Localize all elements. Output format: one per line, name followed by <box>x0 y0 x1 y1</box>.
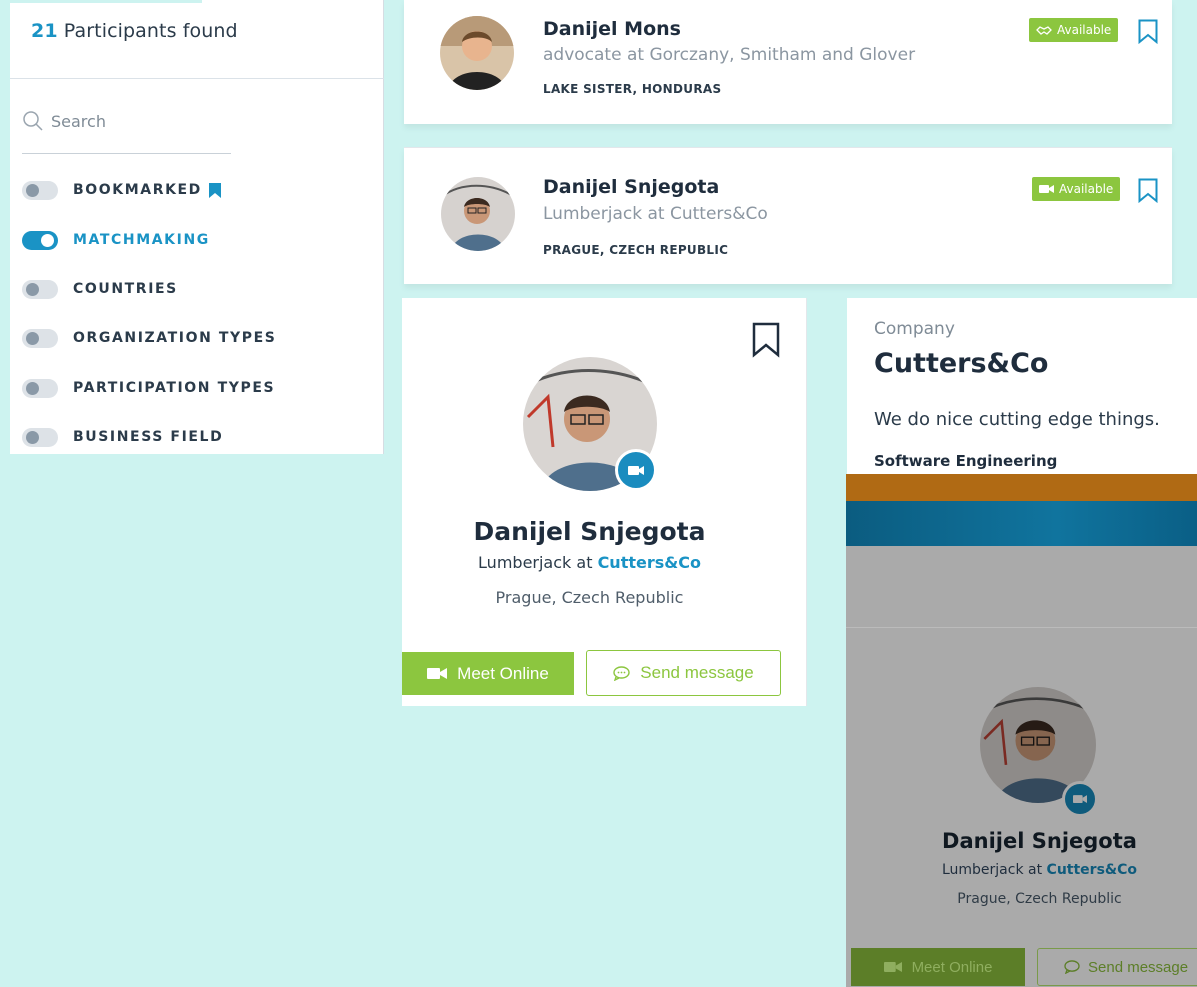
company-description: We do nice cutting edge things. <box>874 409 1160 430</box>
preview-divider <box>846 627 1197 628</box>
participant-role: Lumberjack at Cutters&Co <box>543 204 768 224</box>
company-panel: Company Cutters&Co We do nice cutting ed… <box>847 298 1197 476</box>
meet-online-button[interactable]: Meet Online <box>851 948 1025 986</box>
video-camera-icon <box>427 668 448 679</box>
availability-badge: Available <box>1029 18 1119 42</box>
avatar-photo-icon <box>441 177 515 251</box>
toggle-knob <box>26 282 39 296</box>
participant-role: advocate at Gorczany, Smitham and Glover <box>543 45 916 65</box>
send-message-label: Send message <box>1088 958 1189 976</box>
toggle-switch[interactable] <box>22 328 58 348</box>
preview-location: Prague, Czech Republic <box>957 891 1122 907</box>
availability-badge-label: Available <box>1057 23 1112 37</box>
participant-card[interactable]: Danijel Mons advocate at Gorczany, Smith… <box>404 0 1172 124</box>
profile-location: Prague, Czech Republic <box>495 588 684 607</box>
search-input[interactable]: Search <box>22 104 231 154</box>
participants-count: 21 <box>31 20 58 42</box>
video-camera-icon <box>628 465 644 475</box>
video-call-indicator <box>1062 781 1098 817</box>
toggle-knob <box>26 430 39 444</box>
meet-online-button[interactable]: Meet Online <box>402 652 574 695</box>
chat-bubble-icon <box>1064 960 1080 974</box>
toggle-knob <box>41 233 54 247</box>
toggle-switch[interactable] <box>22 378 58 398</box>
video-camera-icon <box>883 962 902 972</box>
toggle-label: PARTICIPATION TYPES <box>73 380 276 396</box>
participants-count-title: 21 Participants found <box>31 20 238 42</box>
toggle-knob <box>26 331 39 345</box>
company-name: Cutters&Co <box>874 348 1049 379</box>
profile-role-prefix: Lumberjack at <box>478 553 593 572</box>
filter-toggle-bookmarked[interactable]: BOOKMARKED <box>22 178 362 202</box>
bookmark-icon[interactable] <box>1138 19 1158 44</box>
search-placeholder: Search <box>51 112 106 131</box>
search-icon <box>23 111 43 131</box>
preview-role: Lumberjack at Cutters&Co <box>846 862 1197 878</box>
profile-role: Lumberjack at Cutters&Co <box>402 553 777 572</box>
preview-role-prefix: Lumberjack at <box>941 862 1043 878</box>
video-call-indicator <box>615 449 657 491</box>
toggle-switch[interactable] <box>22 230 58 250</box>
toggle-knob <box>26 381 39 395</box>
toggle-label: BUSINESS FIELD <box>73 429 224 445</box>
toggle-switch[interactable] <box>22 180 58 200</box>
toggle-switch[interactable] <box>22 427 58 447</box>
participant-name[interactable]: Danijel Mons <box>543 18 681 40</box>
panel-top-strip <box>10 0 202 3</box>
filter-toggle-matchmaking[interactable]: MATCHMAKING <box>22 228 362 252</box>
send-message-button[interactable]: Send message <box>1037 948 1197 986</box>
filter-toggle-participation-types[interactable]: PARTICIPATION TYPES <box>22 376 362 400</box>
meet-online-label: Meet Online <box>911 958 993 976</box>
bookmark-filled-icon <box>208 182 221 198</box>
bookmark-icon[interactable] <box>1138 178 1158 203</box>
meet-online-label: Meet Online <box>457 663 549 683</box>
video-camera-icon <box>1073 795 1087 803</box>
send-message-label: Send message <box>640 663 754 682</box>
availability-badge-label: Available <box>1059 182 1114 196</box>
avatar <box>440 16 514 90</box>
dimmed-profile-preview: Danijel Snjegota Lumberjack at Cutters&C… <box>846 474 1197 987</box>
panel-divider <box>10 78 384 79</box>
availability-badge: Available <box>1032 177 1121 201</box>
toggle-label: ORGANIZATION TYPES <box>73 330 277 346</box>
header-stripe-orange <box>846 474 1197 501</box>
participant-name[interactable]: Danijel Snjegota <box>543 176 719 198</box>
participant-location: PRAGUE, CZECH REPUBLIC <box>543 243 729 257</box>
filter-toggle-business-field[interactable]: BUSINESS FIELD <box>22 425 362 449</box>
handshake-icon <box>1036 25 1052 35</box>
header-stripe-blue <box>846 501 1197 546</box>
send-message-button[interactable]: Send message <box>586 650 781 696</box>
profile-company-link[interactable]: Cutters&Co <box>598 553 701 572</box>
preview-name: Danijel Snjegota <box>942 829 1137 853</box>
company-business-field: Software Engineering <box>874 452 1058 470</box>
participant-card[interactable]: Danijel Snjegota Lumberjack at Cutters&C… <box>404 147 1172 284</box>
toggle-switch[interactable] <box>22 279 58 299</box>
toggle-knob <box>26 183 39 197</box>
chat-bubble-icon <box>613 665 630 681</box>
profile-avatar <box>523 357 657 491</box>
participant-location: LAKE SISTER, HONDURAS <box>543 82 722 96</box>
filter-panel: 21 Participants found Search BOOKMARKED … <box>10 0 384 454</box>
bookmark-icon[interactable] <box>752 322 780 358</box>
toggle-label: MATCHMAKING <box>73 232 210 248</box>
filter-toggle-organization-types[interactable]: ORGANIZATION TYPES <box>22 326 362 350</box>
filter-toggle-countries[interactable]: COUNTRIES <box>22 277 362 301</box>
profile-card: Danijel Snjegota Lumberjack at Cutters&C… <box>402 298 807 706</box>
profile-name: Danijel Snjegota <box>473 517 706 546</box>
preview-avatar <box>980 687 1098 817</box>
preview-company-link[interactable]: Cutters&Co <box>1047 862 1137 878</box>
toggle-label: COUNTRIES <box>73 281 178 297</box>
company-label: Company <box>874 319 955 339</box>
participants-count-suffix: Participants found <box>63 20 238 42</box>
avatar-photo-icon <box>440 16 514 90</box>
video-camera-icon <box>1039 185 1054 193</box>
toggle-label: BOOKMARKED <box>73 182 202 198</box>
avatar <box>441 177 515 251</box>
